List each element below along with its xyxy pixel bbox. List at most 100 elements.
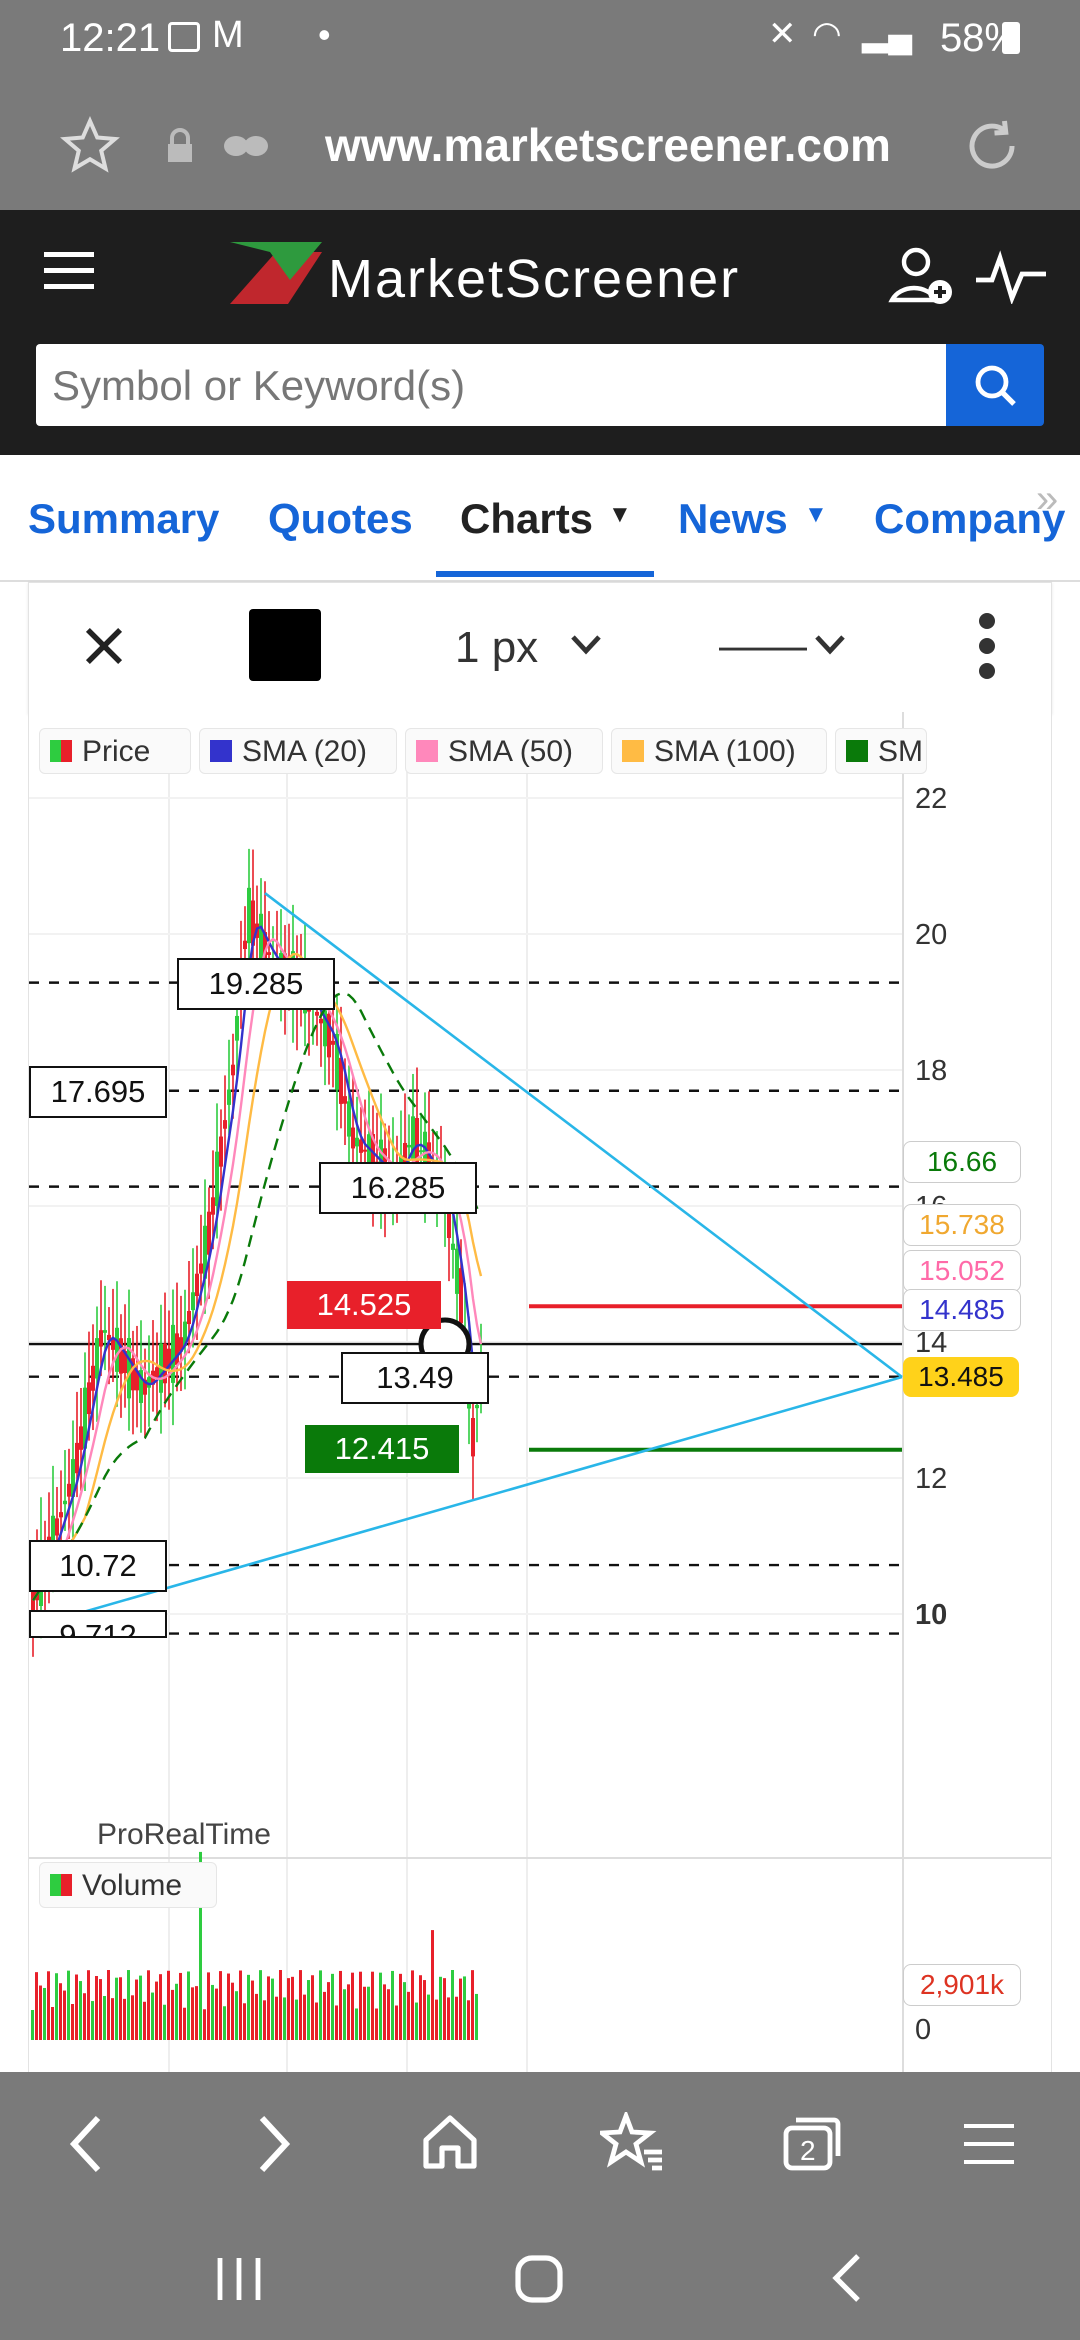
volume-bar [87,1970,90,2040]
candle-body [235,1015,239,1041]
system-back-icon[interactable] [828,2250,868,2306]
volume-bar [367,1986,370,2040]
back-icon[interactable] [66,2114,106,2174]
volume-bar [163,2004,166,2040]
level-label[interactable]: 13.49 [341,1351,489,1404]
search-placeholder: Symbol or Keyword(s) [52,362,466,409]
candle-body [455,1248,459,1294]
volume-bar [475,1993,478,2040]
svg-text:2: 2 [800,2135,816,2166]
more-options-icon[interactable] [977,611,997,681]
tracker-mask-icon [224,136,268,156]
volume-bar [459,1978,462,2040]
volume-bar [275,1996,278,2040]
volume-bar [247,1974,250,2040]
level-label[interactable]: 14.525 [287,1281,441,1330]
marketscreener-logo-icon[interactable] [230,242,322,304]
level-label[interactable]: 12.415 [305,1424,459,1473]
legend-sma20[interactable]: SMA (20) [199,728,397,774]
bookmarks-icon[interactable] [600,2112,664,2172]
volume-bar [159,1974,162,2040]
search-icon [975,365,1016,406]
line-width-select[interactable]: 1 px [455,623,538,673]
candle-body [95,1338,99,1379]
candle-body [247,887,251,944]
candle-body [347,1101,351,1137]
tabs-icon[interactable]: 2 [780,2112,844,2176]
volume-bar [287,1978,290,2040]
recent-apps-icon[interactable] [214,2254,264,2304]
brand-name[interactable]: MarketScreener [328,248,740,310]
level-label[interactable]: 19.285 [177,957,335,1010]
volume-bar [267,1976,270,2040]
wifi-icon: ◠ [812,15,842,53]
candle-body [87,1382,91,1415]
volume-bar [315,2002,318,2040]
search-input[interactable]: Symbol or Keyword(s) [36,344,946,426]
volume-bar [463,1976,466,2040]
reload-icon[interactable] [962,116,1022,176]
volume-bar [127,1970,130,2040]
volume-bar [167,1970,170,2040]
volume-bar [471,1970,474,2040]
scroll-right-icon[interactable]: » [1036,477,1058,522]
volume-bar [351,1972,354,2040]
price-tag: 15.738 [903,1203,1021,1246]
browser-url-bar: www.marketscreener.com [0,80,1080,210]
volume-bar [375,2008,378,2040]
candle-body [475,1405,479,1409]
volume-bar [123,1998,126,2040]
volume-bar [155,1981,158,2040]
browser-menu-icon[interactable] [964,2122,1014,2166]
candle-body [215,1151,219,1206]
legend-sma50[interactable]: SMA (50) [405,728,603,774]
line-style-select[interactable]: —— [719,621,807,671]
legend-volume-label: Volume [82,1869,183,1902]
candle-body [63,1500,67,1505]
line-width-dropdown-icon [571,635,601,655]
volume-bar [91,2001,94,2040]
tab-charts[interactable]: Charts [460,495,593,543]
volume-bar [227,1973,230,2040]
level-label[interactable]: 10.72 [29,1540,167,1593]
level-label[interactable]: 9.712 [29,1609,167,1638]
volume-bar [207,1972,210,2040]
volume-bar [355,2008,358,2040]
menu-icon[interactable] [44,248,94,294]
price-tag: 14.485 [903,1289,1021,1332]
legend-volume[interactable]: Volume [39,1862,217,1908]
url-text[interactable]: www.marketscreener.com [325,118,891,172]
candle-body [219,1136,223,1167]
level-label[interactable]: 16.285 [319,1161,477,1214]
tab-summary[interactable]: Summary [28,495,219,543]
close-icon[interactable] [81,623,127,669]
legend-price[interactable]: Price [39,728,191,774]
charts-dropdown-icon: ▼ [608,501,632,528]
activity-icon[interactable] [976,250,1046,304]
sma100-line [31,952,483,1602]
legend-sma100[interactable]: SMA (100) [611,728,827,774]
active-tab-indicator [436,571,654,577]
home-icon[interactable] [420,2112,480,2172]
tab-quotes[interactable]: Quotes [268,495,413,543]
tab-news[interactable]: News [678,495,788,543]
volume-bar [131,1995,134,2040]
candle-body [187,1311,191,1325]
legend-volume-swatch [50,1874,72,1896]
volume-bar [283,1997,286,2040]
legend-sma200[interactable]: SM [835,728,927,774]
level-label[interactable]: 17.695 [29,1065,167,1118]
color-swatch-button[interactable] [249,609,321,681]
volume-bar [31,2010,34,2040]
more-notifications-icon: • [318,14,331,55]
volume-bar [407,1991,410,2040]
forward-icon[interactable] [254,2114,294,2174]
volume-bar [279,1970,282,2040]
home-button-icon[interactable] [512,2252,566,2306]
price-chart[interactable]: 22201816141210 Price SMA (20) SMA (50) S… [28,712,1052,2072]
system-nav-bar [0,2220,1080,2340]
search-button[interactable] [946,344,1044,426]
bookmark-star-icon[interactable] [60,116,120,176]
add-user-icon[interactable] [888,244,954,308]
volume-bar [59,1983,62,2040]
